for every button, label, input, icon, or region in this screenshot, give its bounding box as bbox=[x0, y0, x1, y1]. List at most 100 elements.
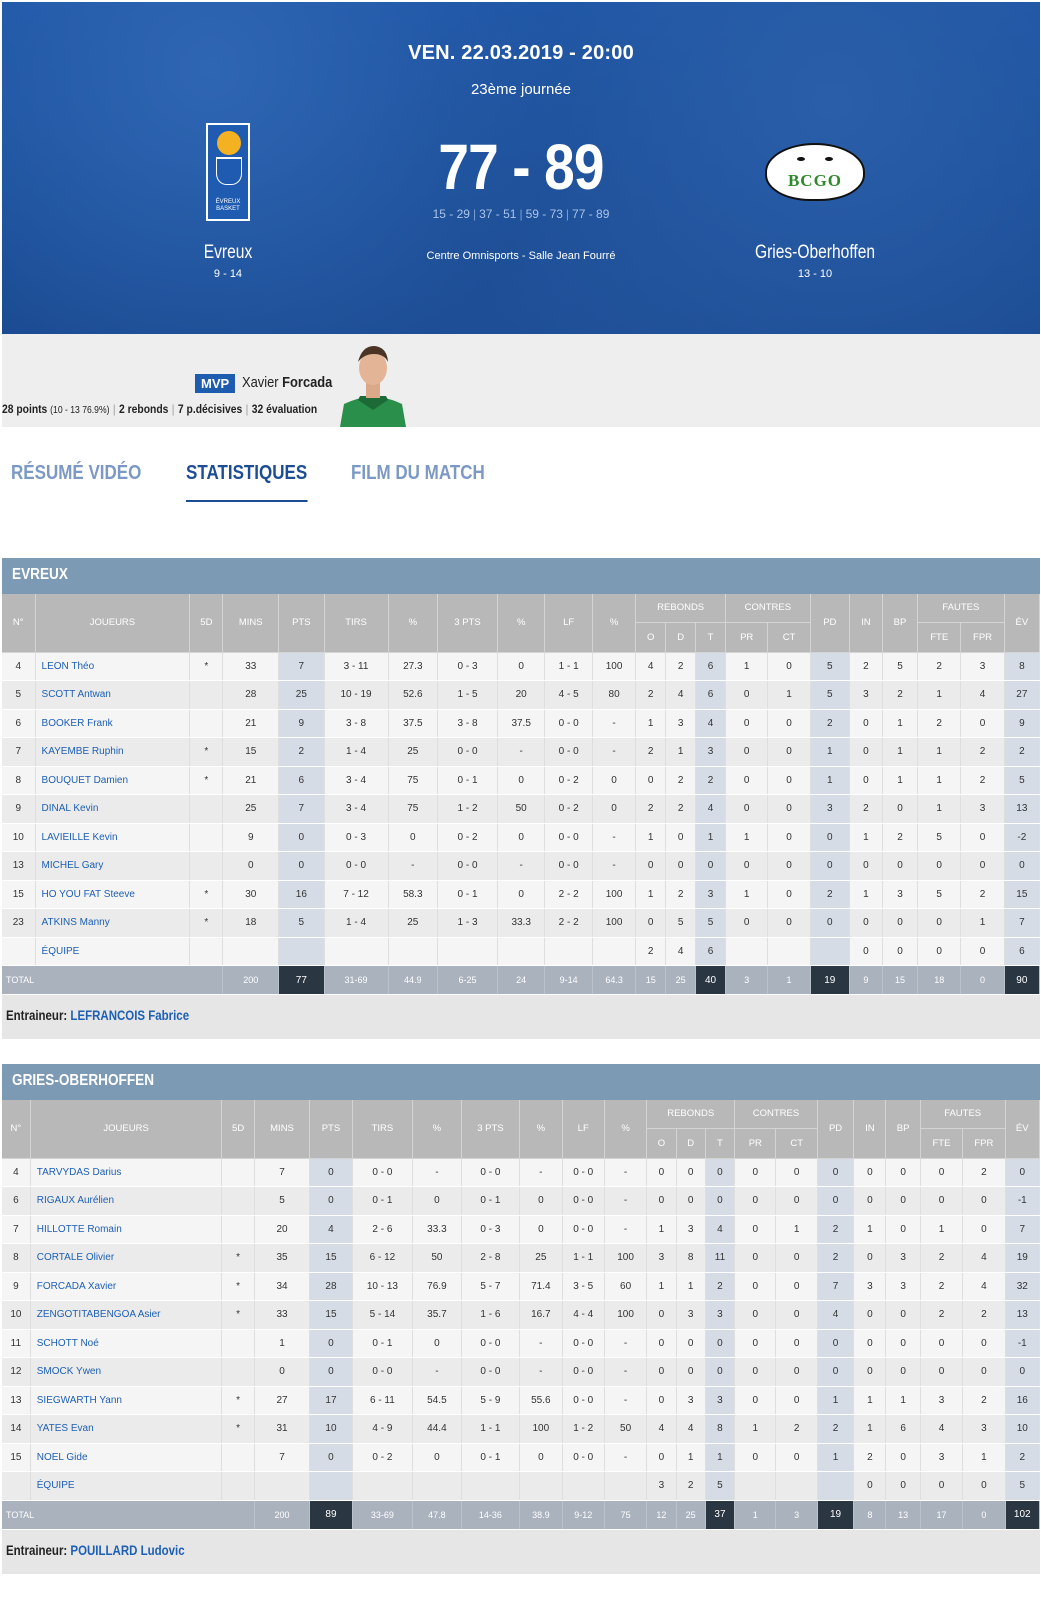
player-name-link[interactable]: CORTALE Olivier bbox=[30, 1243, 223, 1273]
stat-cell: 13 bbox=[1004, 794, 1041, 824]
quarter-4: 77 - 89 bbox=[572, 207, 610, 221]
tab-statistiques[interactable]: STATISTIQUES bbox=[186, 462, 308, 502]
stat-cell: 2 - 2 bbox=[544, 908, 593, 938]
stat-cell: 2 bbox=[882, 680, 919, 710]
stat-cell: 5 bbox=[917, 823, 962, 852]
away-team[interactable]: BCGO Gries-Oberhoffen 13 - 10 bbox=[715, 122, 915, 280]
mvp-player-name[interactable]: Xavier Forcada bbox=[242, 374, 332, 391]
stat-cell: 0 bbox=[635, 908, 667, 938]
stat-cell: 0 bbox=[1005, 1158, 1041, 1187]
player-name-link[interactable]: SCOTT Antwan bbox=[35, 680, 191, 710]
stat-cell: 0 bbox=[853, 1357, 887, 1387]
stat-cell: 0 bbox=[705, 1329, 736, 1358]
stat-cell: - bbox=[412, 1158, 462, 1187]
stat-cell: 3 bbox=[676, 1300, 706, 1330]
stat-cell: 71.4 bbox=[519, 1272, 563, 1301]
player-name-link[interactable]: SMOCK Ywen bbox=[30, 1357, 223, 1387]
stat-cell: 32 bbox=[1005, 1272, 1041, 1301]
stat-cell: 55.6 bbox=[519, 1386, 563, 1415]
player-name-link[interactable]: HO YOU FAT Steeve bbox=[35, 880, 191, 909]
mvp-shooting: (10 - 13 76.9%) bbox=[50, 405, 110, 416]
stat-cell: 1 bbox=[817, 1386, 855, 1415]
stat-cell: 0 bbox=[254, 1357, 311, 1387]
stat-cell: 25 bbox=[388, 737, 439, 767]
stat-cell: 0 bbox=[767, 737, 811, 767]
stat-cell: 1 - 1 bbox=[461, 1414, 521, 1444]
stat-cell: 4 bbox=[695, 709, 727, 738]
stat-cell: 30 bbox=[222, 880, 280, 909]
stat-cell: 8 bbox=[676, 1243, 706, 1273]
player-name-link[interactable]: ZENGOTITABENGOA Asier bbox=[30, 1300, 223, 1330]
coach-name[interactable]: LEFRANCOIS Fabrice bbox=[70, 1007, 189, 1023]
player-name-link[interactable]: HILLOTTE Romain bbox=[30, 1215, 223, 1244]
stat-cell: 0 bbox=[309, 1357, 353, 1387]
header-o: O bbox=[646, 1128, 677, 1159]
total-cell: 24 bbox=[497, 965, 546, 995]
stat-cell: 0 - 3 bbox=[324, 823, 389, 852]
stat-cell: - bbox=[604, 1386, 648, 1415]
stat-cell: 1 bbox=[885, 1386, 921, 1415]
stat-cell: 1 bbox=[695, 823, 727, 852]
player-name-link[interactable]: ATKINS Manny bbox=[35, 908, 191, 938]
stat-cell: * bbox=[221, 1414, 255, 1444]
player-name-link[interactable]: LAVIEILLE Kevin bbox=[35, 823, 191, 852]
coach-name[interactable]: POUILLARD Ludovic bbox=[70, 1542, 184, 1558]
player-name-link[interactable]: LEON Théo bbox=[35, 652, 191, 681]
player-name-link[interactable]: SIEGWARTH Yann bbox=[30, 1386, 223, 1415]
player-name-link[interactable]: MICHEL Gary bbox=[35, 851, 191, 881]
player-name-link[interactable]: KAYEMBE Ruphin bbox=[35, 737, 191, 767]
stat-cell: * bbox=[189, 652, 224, 681]
stat-cell: 2 bbox=[665, 652, 697, 681]
stat-cell: * bbox=[221, 1386, 255, 1415]
stat-cell: 0 bbox=[882, 851, 919, 881]
player-name-link[interactable]: YATES Evan bbox=[30, 1414, 223, 1444]
bcgo-logo-text: BCGO bbox=[787, 171, 843, 190]
total-cell: 14-36 bbox=[461, 1500, 521, 1530]
stat-cell: 75 bbox=[388, 766, 439, 795]
tab-film-du-match[interactable]: FILM DU MATCH bbox=[351, 462, 485, 502]
stat-cell: 3 bbox=[920, 1443, 964, 1472]
total-cell: 200 bbox=[254, 1500, 311, 1530]
player-name-link[interactable]: RIGAUX Aurélien bbox=[30, 1186, 223, 1216]
total-cell: 77 bbox=[278, 965, 325, 995]
stat-cell: 0 - 0 bbox=[544, 823, 593, 852]
stat-cell: 0 bbox=[695, 851, 727, 881]
stat-cell: 2 - 2 bbox=[544, 880, 593, 909]
stat-cell: 0 bbox=[849, 766, 883, 795]
player-name-link[interactable]: SCHOTT Noé bbox=[30, 1329, 223, 1358]
player-name-link[interactable]: TARVYDAS Darius bbox=[30, 1158, 223, 1187]
stat-cell: 15 bbox=[309, 1243, 353, 1273]
player-name-link[interactable]: BOOKER Frank bbox=[35, 709, 191, 738]
stat-cell: 0 - 2 bbox=[544, 766, 593, 795]
stat-cell: 4 bbox=[665, 937, 697, 966]
stat-cell: 2 bbox=[775, 1414, 818, 1444]
stat-cell: 1 bbox=[665, 737, 697, 767]
header-lf: LF bbox=[562, 1100, 605, 1159]
stat-cell: 0 bbox=[885, 1471, 921, 1501]
player-name-link[interactable]: FORCADA Xavier bbox=[30, 1272, 223, 1301]
player-name-link[interactable]: NOEL Gide bbox=[30, 1443, 223, 1472]
stat-cell: 5 bbox=[882, 652, 919, 681]
player-name-link[interactable]: DINAL Kevin bbox=[35, 794, 191, 824]
home-team[interactable]: ÉVREUX BASKET Evreux 9 - 14 bbox=[128, 122, 328, 280]
stat-cell: 2 bbox=[635, 794, 667, 824]
stat-cell: 2 bbox=[917, 709, 962, 738]
stat-cell: * bbox=[189, 737, 224, 767]
stat-cell: 0 bbox=[885, 1329, 921, 1358]
header-five: 5D bbox=[189, 594, 224, 653]
stat-cell bbox=[437, 937, 498, 966]
player-name-link[interactable]: BOUQUET Damien bbox=[35, 766, 191, 795]
stat-cell bbox=[725, 937, 769, 966]
stat-cell: 12 bbox=[2, 1357, 31, 1387]
stat-cell: 0 bbox=[767, 823, 811, 852]
stat-cell: 0 bbox=[767, 794, 811, 824]
stat-cell: 9 bbox=[2, 794, 36, 824]
tab-resume-video[interactable]: RÉSUMÉ VIDÉO bbox=[11, 462, 141, 502]
stat-cell: 7 bbox=[278, 652, 325, 681]
stat-cell: 1 bbox=[734, 1414, 777, 1444]
stat-cell: 2 bbox=[1005, 1443, 1041, 1472]
stat-cell: 2 bbox=[817, 1243, 855, 1273]
table-row: 15 NOEL Gide 7 0 0 - 200 - 100 - 0-011001203… bbox=[2, 1443, 1041, 1472]
stat-cell: 2 bbox=[917, 652, 962, 681]
match-header: VEN. 22.03.2019 - 20:00 23ème journée 77… bbox=[2, 2, 1040, 338]
